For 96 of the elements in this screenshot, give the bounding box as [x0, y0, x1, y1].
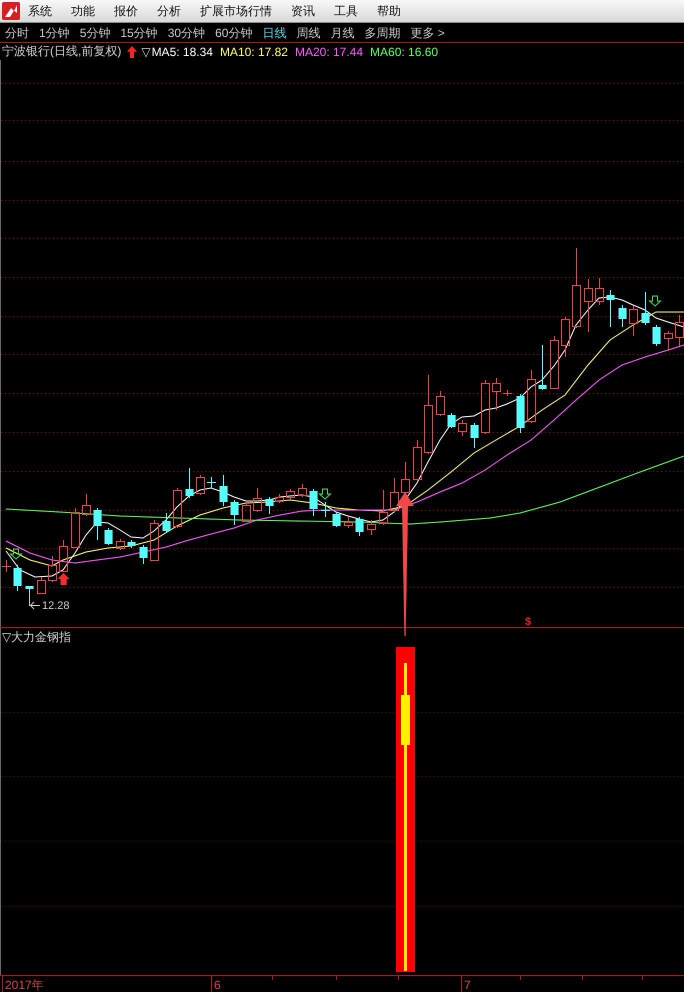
candle [71, 508, 80, 548]
candle [584, 278, 593, 332]
candle [14, 564, 22, 592]
candle [128, 540, 136, 548]
candle [344, 516, 353, 528]
candle [116, 538, 125, 550]
menu-item[interactable]: 帮助 [368, 1, 410, 21]
stock-title: 宁波银行(日线,前复权) [2, 43, 122, 60]
candle [538, 344, 546, 390]
candle [82, 494, 91, 516]
period-tab[interactable]: 30分钟 [166, 24, 206, 40]
period-tab[interactable]: 60分钟 [214, 24, 254, 40]
candle [356, 516, 364, 536]
candle [48, 556, 57, 582]
period-tab[interactable]: 日线 [261, 24, 288, 40]
candle [2, 560, 12, 572]
candle [162, 512, 170, 534]
candle [481, 380, 490, 434]
period-tab[interactable]: 1分钟 [38, 24, 71, 40]
candle [458, 420, 467, 436]
candle [173, 488, 182, 528]
leader-line [29, 588, 40, 610]
period-tab[interactable]: 周线 [295, 24, 322, 40]
candle [310, 488, 318, 516]
candle [652, 324, 660, 346]
candle [186, 468, 194, 498]
candle [550, 336, 559, 390]
candle [220, 474, 228, 506]
menu-item[interactable]: 功能 [62, 1, 104, 21]
menu-item[interactable]: 分析 [148, 1, 190, 21]
down-arrow-icon [318, 488, 332, 500]
ma-reading: MA60: 16.60 [370, 44, 438, 58]
up-arrow-icon [58, 573, 70, 585]
menu-item[interactable]: 报价 [104, 1, 148, 21]
candle [150, 520, 159, 562]
candle [242, 502, 251, 522]
candle [196, 474, 205, 496]
down-arrow-icon [648, 296, 662, 307]
candle [298, 484, 307, 498]
candle [26, 586, 34, 590]
candle [595, 278, 604, 306]
indicator-title: ▽大力金钢指 [2, 630, 72, 644]
candle [390, 478, 399, 512]
period-tab[interactable]: 更多 > [409, 24, 446, 40]
chart-marker: $ [525, 616, 532, 628]
period-tab[interactable]: 5分钟 [78, 24, 112, 40]
date-label: 7 [464, 978, 471, 992]
candle [642, 292, 650, 326]
candle [675, 314, 684, 346]
ma-reading: MA20: 17.44 [294, 44, 364, 58]
candle [379, 490, 388, 526]
candle [436, 390, 445, 416]
candle [59, 540, 68, 572]
candle [664, 330, 673, 352]
candle [448, 412, 456, 428]
candle [206, 476, 216, 488]
candle [470, 422, 478, 448]
menu-item[interactable]: 资讯 [282, 1, 324, 21]
low-price-label: 12.28 [42, 600, 70, 612]
candle [502, 390, 512, 396]
period-tab[interactable]: 15分钟 [119, 24, 159, 40]
candle [561, 316, 570, 358]
candle [275, 494, 284, 504]
candle [266, 496, 274, 514]
candle [618, 304, 626, 328]
menu-item[interactable]: 工具 [324, 1, 368, 21]
candle [230, 500, 238, 526]
period-tab[interactable]: 月线 [329, 24, 356, 40]
ma-reading: MA5: 18.34 [152, 44, 213, 58]
date-label: 2017年 [5, 978, 44, 992]
candle [629, 306, 638, 336]
candle [104, 528, 112, 546]
period-tab[interactable]: 分时 [4, 24, 30, 40]
app-logo-icon[interactable] [2, 2, 20, 20]
candle [140, 544, 148, 564]
date-label: 6 [214, 978, 221, 992]
candle [37, 576, 46, 594]
candle [253, 488, 262, 512]
candle [606, 290, 614, 328]
candle [516, 394, 524, 434]
ma-reading: MA10: 17.82 [220, 44, 288, 58]
candle [401, 462, 410, 494]
collapse-toggle[interactable]: ▽ [141, 44, 151, 58]
period-tab[interactable]: 多周期 [363, 24, 402, 40]
down-arrow-icon [9, 548, 23, 560]
candle [367, 520, 376, 536]
up-arrow-icon [127, 46, 138, 58]
menu-item[interactable]: 扩展市场行情 [190, 1, 282, 21]
candle [332, 512, 340, 528]
candle [320, 502, 330, 518]
candle [94, 508, 102, 540]
candle [492, 378, 501, 410]
candle [413, 440, 422, 482]
candle [527, 370, 536, 424]
candle [286, 488, 295, 500]
menu-item[interactable]: 系统 [20, 1, 62, 21]
